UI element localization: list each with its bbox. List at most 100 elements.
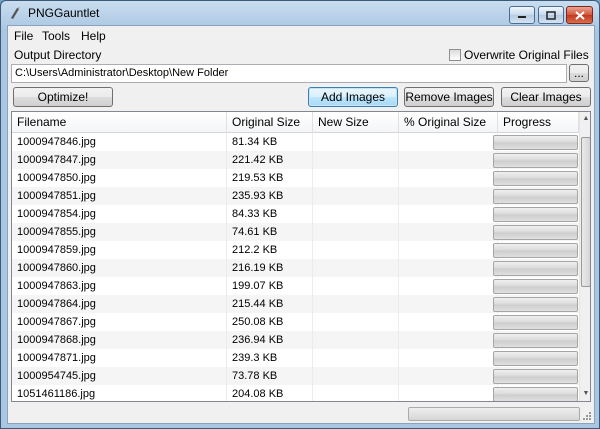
cell-new-size <box>313 313 399 331</box>
cell-filename: 1000947850.jpg <box>12 169 227 187</box>
cell-filename: 1000947851.jpg <box>12 187 227 205</box>
list-rows: 1000947846.jpg 81.34 KB 1000947847.jpg 221.… <box>12 133 579 401</box>
cell-original-size: 236.94 KB <box>227 331 313 349</box>
cell-new-size <box>313 223 399 241</box>
cell-filename: 1000947847.jpg <box>12 151 227 169</box>
column-new-size[interactable]: New Size <box>313 112 399 133</box>
cell-new-size <box>313 133 399 151</box>
cell-filename: 1000947863.jpg <box>12 277 227 295</box>
cell-percent-original <box>399 331 498 349</box>
cell-filename: 1000954745.jpg <box>12 367 227 385</box>
cell-percent-original <box>399 169 498 187</box>
cell-filename: 1000947846.jpg <box>12 133 227 151</box>
maximize-button[interactable] <box>538 6 564 24</box>
table-row[interactable]: 1000947859.jpg 212.2 KB <box>12 241 579 259</box>
image-list[interactable]: Filename Original Size New Size % Origin… <box>11 111 591 402</box>
status-bar <box>8 405 594 423</box>
menu-tools[interactable]: Tools <box>42 29 70 43</box>
cell-filename: 1000947859.jpg <box>12 241 227 259</box>
cell-new-size <box>313 241 399 259</box>
table-row[interactable]: 1000947864.jpg 215.44 KB <box>12 295 579 313</box>
cell-percent-original <box>399 133 498 151</box>
cell-filename: 1000947864.jpg <box>12 295 227 313</box>
cell-new-size <box>313 385 399 401</box>
row-progress-bar <box>493 207 578 222</box>
row-progress-bar <box>493 243 578 258</box>
cell-percent-original <box>399 277 498 295</box>
cell-original-size: 212.2 KB <box>227 241 313 259</box>
close-icon <box>574 10 585 20</box>
menu-bar: File Tools Help <box>8 26 594 45</box>
row-progress-bar <box>493 315 578 330</box>
cell-filename: 1000947871.jpg <box>12 349 227 367</box>
table-row[interactable]: 1000947855.jpg 74.61 KB <box>12 223 579 241</box>
row-progress-bar <box>493 297 578 312</box>
scroll-up-arrow-icon[interactable]: ▲ <box>580 112 590 126</box>
table-row[interactable]: 1000947846.jpg 81.34 KB <box>12 133 579 151</box>
cell-filename: 1000947855.jpg <box>12 223 227 241</box>
cell-original-size: 73.78 KB <box>227 367 313 385</box>
overwrite-checkbox[interactable] <box>449 49 461 61</box>
app-icon <box>11 7 20 19</box>
cell-original-size: 221.42 KB <box>227 151 313 169</box>
table-row[interactable]: 1000947863.jpg 199.07 KB <box>12 277 579 295</box>
cell-new-size <box>313 169 399 187</box>
cell-percent-original <box>399 385 498 401</box>
row-progress-bar <box>493 369 578 384</box>
cell-percent-original <box>399 205 498 223</box>
table-row[interactable]: 1000947854.jpg 84.33 KB <box>12 205 579 223</box>
table-row[interactable]: 1051461186.jpg 204.08 KB <box>12 385 579 401</box>
clear-images-button[interactable]: Clear Images <box>501 87 591 107</box>
cell-filename: 1000947867.jpg <box>12 313 227 331</box>
cell-new-size <box>313 259 399 277</box>
table-row[interactable]: 1000947860.jpg 216.19 KB <box>12 259 579 277</box>
menu-file[interactable]: File <box>14 29 33 43</box>
add-images-button[interactable]: Add Images <box>308 87 398 107</box>
table-row[interactable]: 1000947851.jpg 235.93 KB <box>12 187 579 205</box>
browse-button[interactable]: ... <box>569 64 589 82</box>
row-progress-bar <box>493 351 578 366</box>
row-progress-bar <box>493 153 578 168</box>
scroll-thumb[interactable] <box>581 137 590 287</box>
cell-filename: 1000947860.jpg <box>12 259 227 277</box>
overwrite-label[interactable]: Overwrite Original Files <box>464 48 589 62</box>
column-original-size[interactable]: Original Size <box>227 112 313 133</box>
close-button[interactable] <box>566 6 593 24</box>
table-row[interactable]: 1000947871.jpg 239.3 KB <box>12 349 579 367</box>
menu-help[interactable]: Help <box>81 29 106 43</box>
table-row[interactable]: 1000954745.jpg 73.78 KB <box>12 367 579 385</box>
cell-percent-original <box>399 349 498 367</box>
table-row[interactable]: 1000947847.jpg 221.42 KB <box>12 151 579 169</box>
table-row[interactable]: 1000947850.jpg 219.53 KB <box>12 169 579 187</box>
optimize-button[interactable]: Optimize! <box>13 87 113 107</box>
column-filename[interactable]: Filename <box>12 112 227 133</box>
table-row[interactable]: 1000947867.jpg 250.08 KB <box>12 313 579 331</box>
scroll-down-arrow-icon[interactable]: ▼ <box>580 387 590 401</box>
title-bar[interactable]: PNGGauntlet <box>1 1 599 25</box>
overall-progress-bar <box>408 407 580 421</box>
remove-images-button[interactable]: Remove Images <box>404 87 494 107</box>
cell-new-size <box>313 187 399 205</box>
cell-original-size: 74.61 KB <box>227 223 313 241</box>
maximize-icon <box>546 10 556 20</box>
cell-new-size <box>313 295 399 313</box>
resize-grip-icon[interactable] <box>582 409 592 421</box>
table-row[interactable]: 1000947868.jpg 236.94 KB <box>12 331 579 349</box>
cell-percent-original <box>399 313 498 331</box>
output-directory-field[interactable]: C:\Users\Administrator\Desktop\New Folde… <box>11 64 567 83</box>
cell-percent-original <box>399 187 498 205</box>
list-header: Filename Original Size New Size % Origin… <box>12 112 579 133</box>
column-progress[interactable]: Progress <box>498 112 579 133</box>
vertical-scrollbar[interactable]: ▲ ▼ <box>579 112 590 401</box>
cell-new-size <box>313 349 399 367</box>
cell-original-size: 239.3 KB <box>227 349 313 367</box>
cell-new-size <box>313 331 399 349</box>
cell-new-size <box>313 151 399 169</box>
cell-original-size: 250.08 KB <box>227 313 313 331</box>
minimize-button[interactable] <box>509 6 535 24</box>
cell-filename: 1000947854.jpg <box>12 205 227 223</box>
output-directory-label: Output Directory <box>14 48 102 62</box>
cell-percent-original <box>399 223 498 241</box>
client-area: File Tools Help Output Directory Overwri… <box>7 25 595 424</box>
column-percent-original[interactable]: % Original Size <box>399 112 498 133</box>
